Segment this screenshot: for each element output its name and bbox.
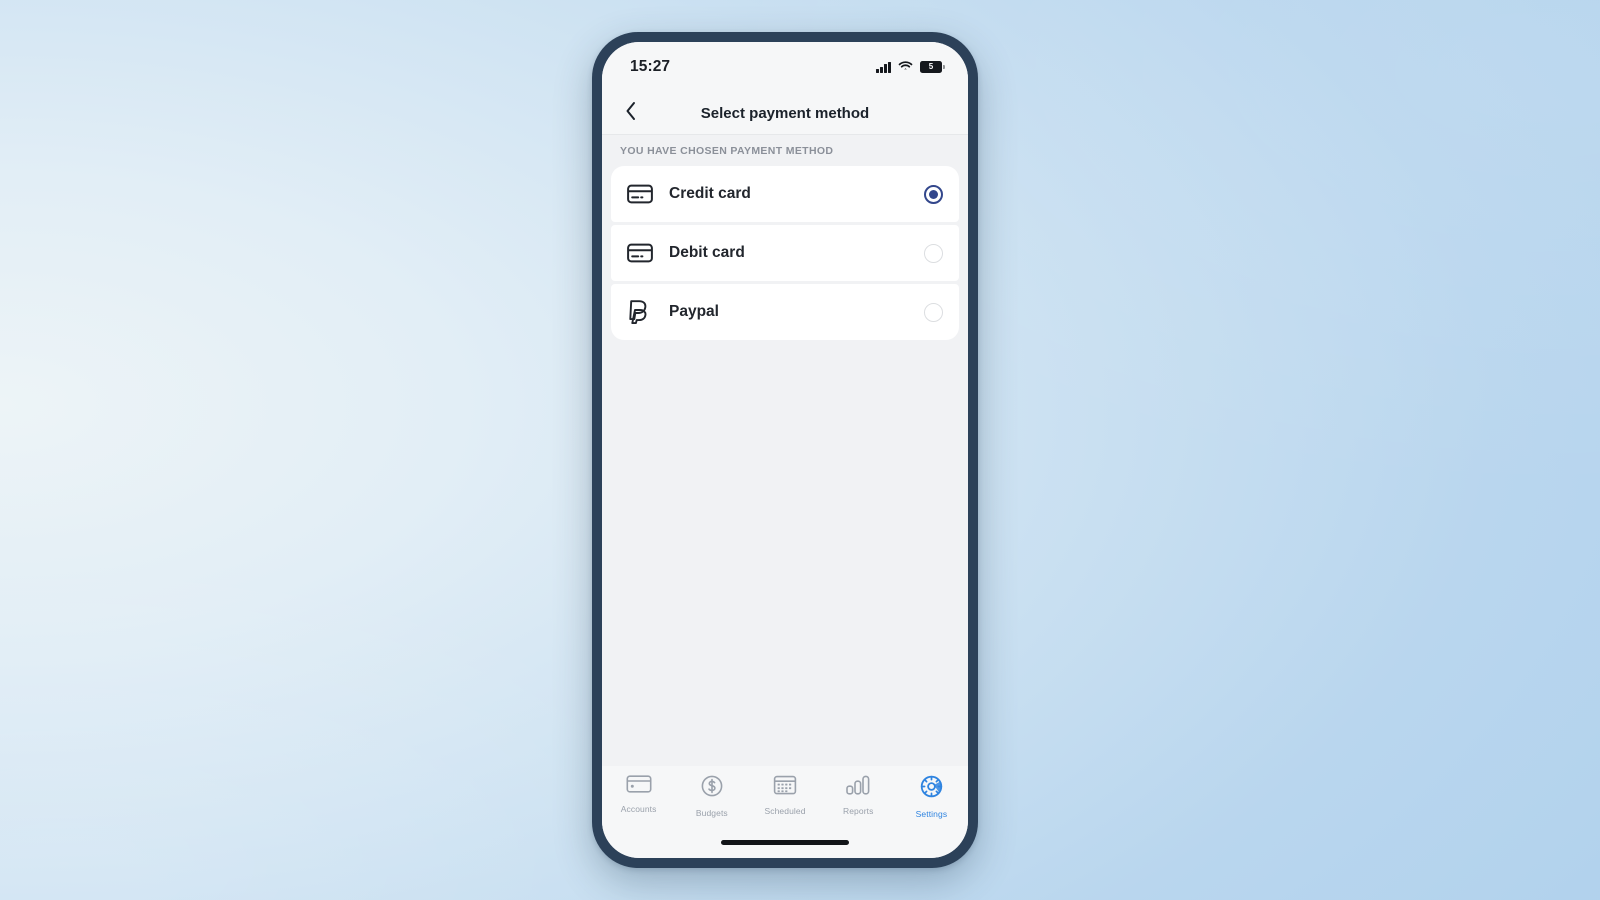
tab-reports[interactable]: Reports	[822, 774, 895, 816]
wifi-icon	[898, 58, 913, 76]
nav-bar: Select payment method	[602, 92, 968, 135]
calendar-icon	[773, 774, 797, 801]
radio-button-credit-card[interactable]	[924, 184, 943, 204]
tab-scheduled[interactable]: Scheduled	[748, 774, 821, 816]
section-header: YOU HAVE CHOSEN PAYMENT METHOD	[620, 145, 834, 157]
gear-icon	[919, 774, 944, 804]
payment-option-label: Credit card	[669, 185, 751, 202]
tab-settings[interactable]: Settings	[895, 774, 968, 819]
home-indicator[interactable]	[721, 840, 849, 845]
bottom-tab-bar: Accounts Budgets Scheduled Reports Setti…	[602, 766, 968, 838]
payment-option-credit-card[interactable]: Credit card	[611, 166, 959, 222]
tab-label: Reports	[842, 806, 874, 816]
wallpaper-canvas: 15:27 5 Select payment method YOU HAVE C…	[0, 0, 1600, 900]
home-indicator-area	[602, 838, 968, 858]
tab-label: Budgets	[695, 808, 728, 818]
tab-budgets[interactable]: Budgets	[675, 774, 748, 818]
tab-label: Accounts	[620, 804, 657, 814]
credit-card-icon	[627, 184, 657, 204]
tab-label: Scheduled	[764, 806, 806, 816]
radio-button-paypal[interactable]	[924, 302, 943, 322]
battery-level-label: 5	[928, 62, 934, 71]
status-bar: 15:27 5	[602, 42, 968, 92]
payment-option-label: Paypal	[669, 303, 719, 320]
payment-option-paypal[interactable]: Paypal	[611, 284, 959, 340]
phone-device-frame: 15:27 5 Select payment method YOU HAVE C…	[592, 32, 978, 868]
payment-method-list: Credit card Debit card Paypal	[602, 166, 968, 340]
dollar-circle-icon	[700, 774, 724, 803]
phone-screen: 15:27 5 Select payment method YOU HAVE C…	[602, 42, 968, 858]
tab-label: Settings	[915, 809, 948, 819]
payment-option-debit-card[interactable]: Debit card	[611, 225, 959, 281]
credit-card-icon	[627, 243, 657, 263]
bar-chart-icon	[845, 774, 871, 801]
credit-card-icon	[626, 774, 652, 799]
cellular-signal-icon	[876, 61, 891, 73]
page-title: Select payment method	[700, 104, 870, 122]
paypal-icon	[627, 299, 657, 325]
radio-button-debit-card[interactable]	[924, 243, 943, 263]
battery-icon: 5	[920, 61, 945, 73]
status-bar-icons: 5	[876, 58, 945, 76]
content-area: YOU HAVE CHOSEN PAYMENT METHOD Credit ca…	[602, 135, 968, 766]
chevron-left-icon	[625, 101, 637, 126]
back-button[interactable]	[614, 92, 648, 134]
tab-accounts[interactable]: Accounts	[602, 774, 675, 814]
payment-option-label: Debit card	[669, 244, 745, 261]
status-bar-time: 15:27	[630, 58, 671, 75]
